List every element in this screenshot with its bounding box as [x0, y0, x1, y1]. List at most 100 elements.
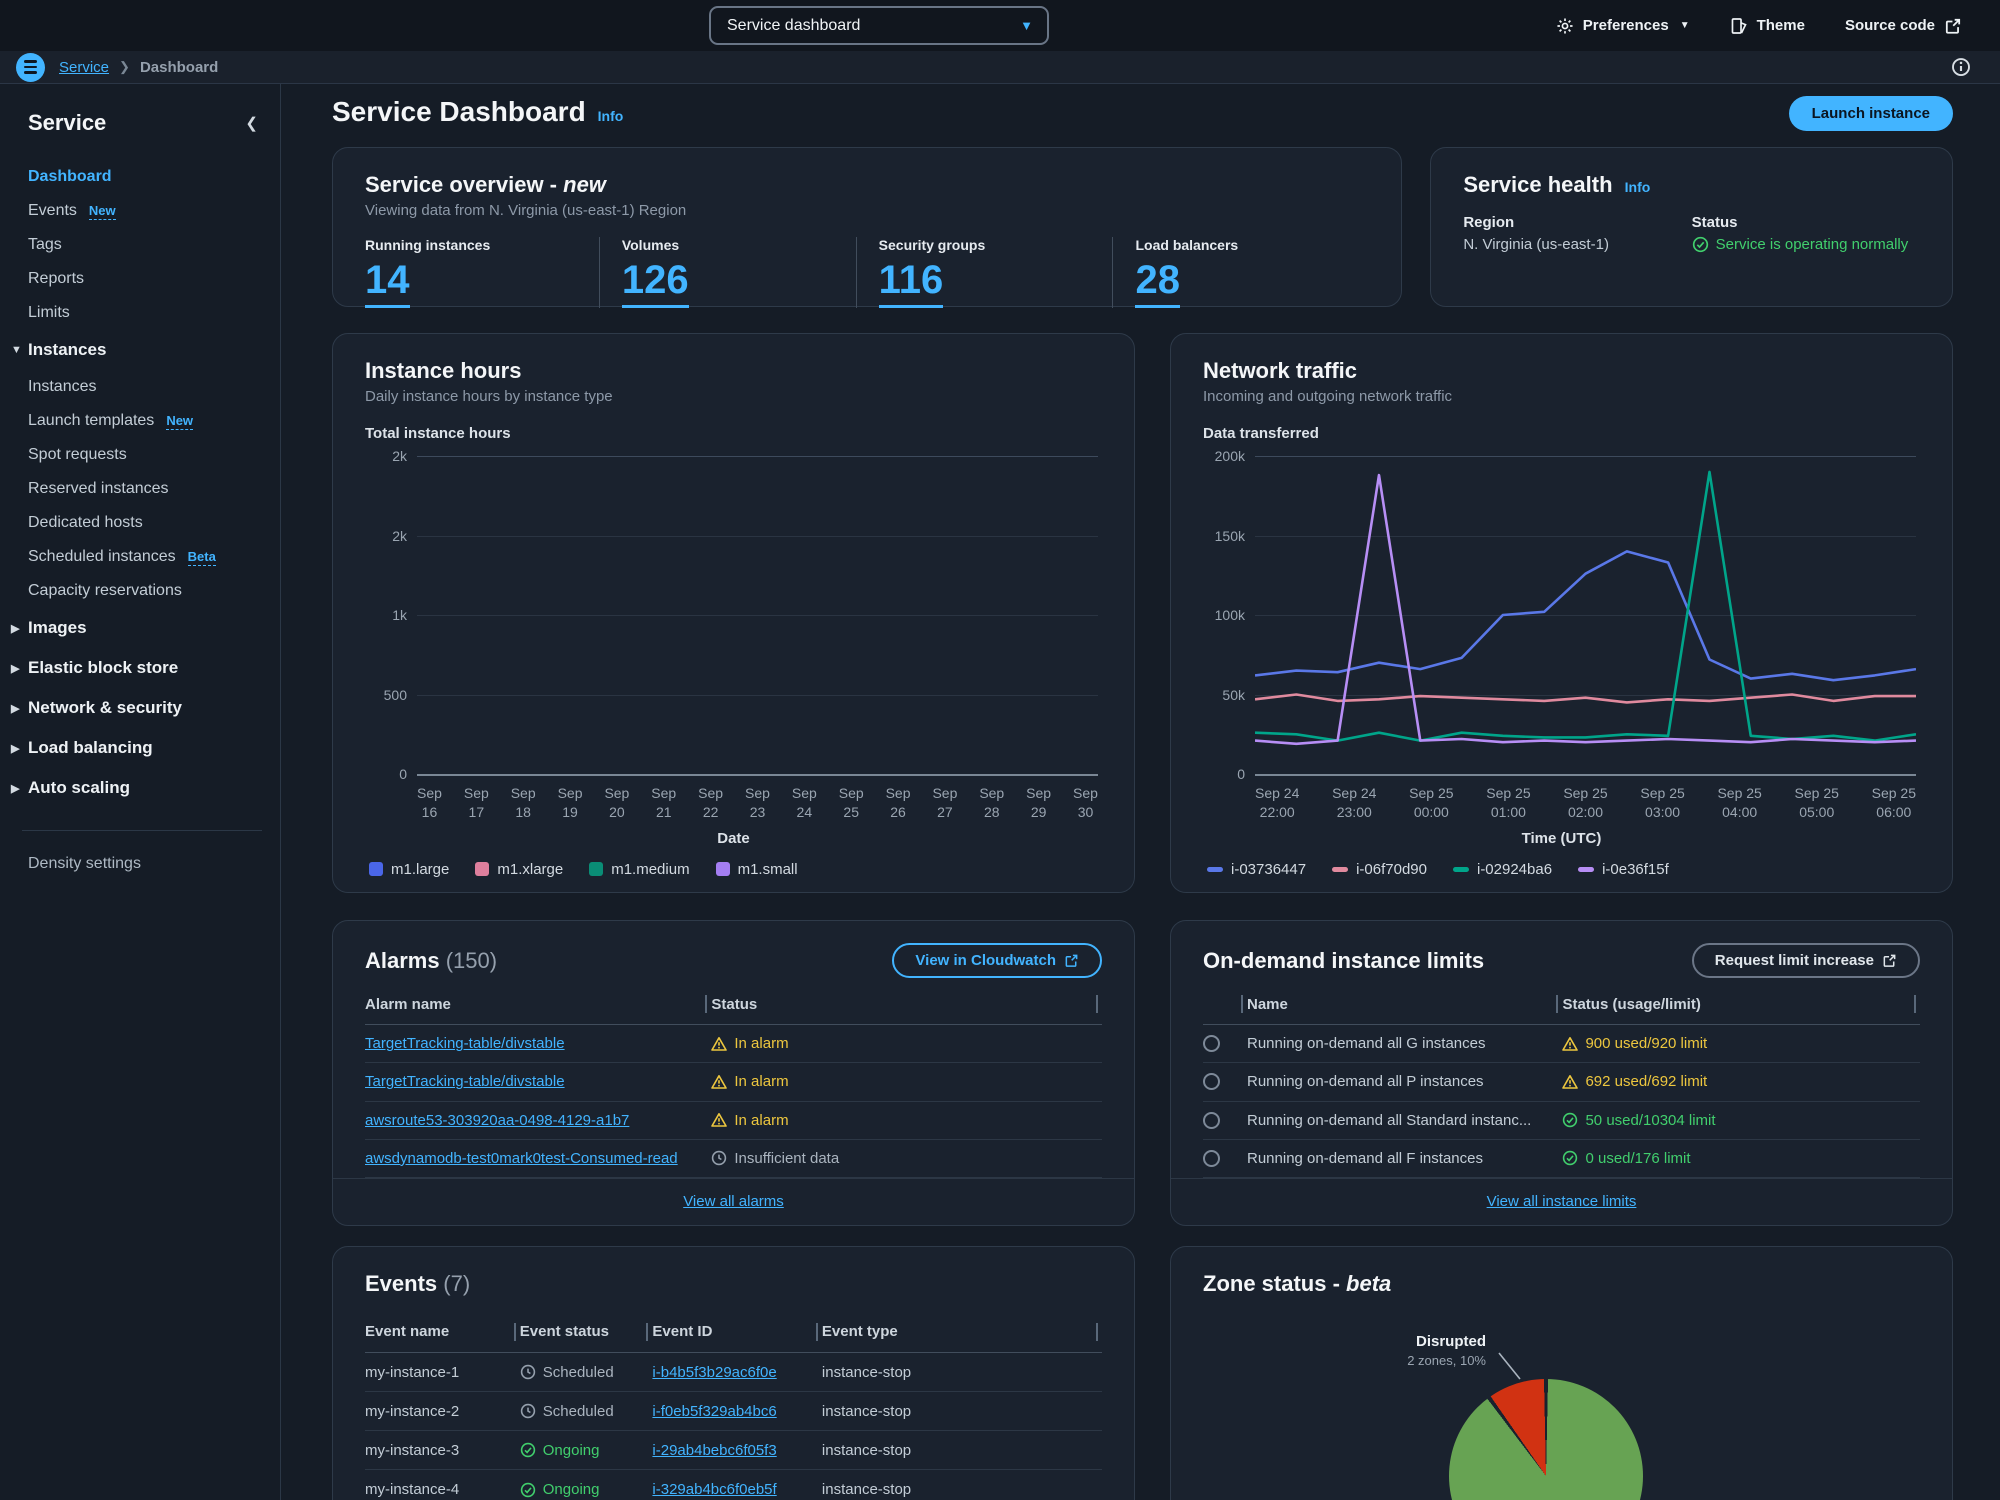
request-limit-increase-button[interactable]: Request limit increase	[1692, 943, 1920, 978]
volumes-count-link[interactable]: 126	[622, 257, 689, 308]
sidebar-item-reports[interactable]: Reports	[28, 262, 280, 296]
alarm-name-link[interactable]: awsdynamodb-test0mark0test-Consumed-read	[365, 1150, 711, 1167]
alarm-name-link[interactable]: TargetTracking-table/divstable	[365, 1035, 711, 1052]
bar-sep-18[interactable]	[517, 768, 551, 774]
table-row: Running on-demand all P instances 692 us…	[1203, 1063, 1920, 1101]
column-header-event-name[interactable]: Event name	[365, 1323, 520, 1340]
launch-instance-button[interactable]: Launch instance	[1789, 96, 1953, 131]
collapse-sidebar-icon[interactable]: ❮	[245, 114, 258, 132]
legend-item[interactable]: i-03736447	[1207, 861, 1306, 878]
dashboard-select[interactable]: Service dashboard ▼	[709, 6, 1049, 45]
info-icon[interactable]	[1951, 57, 1971, 77]
row-radio[interactable]	[1203, 1073, 1220, 1090]
event-id-link[interactable]: i-329ab4bc6f0eb5f	[652, 1481, 822, 1498]
view-all-instance-limits-link[interactable]: View all instance limits	[1487, 1193, 1637, 1210]
column-header-status[interactable]: Status (usage/limit)	[1562, 996, 1920, 1013]
section-network-security[interactable]: ▶Network & security	[11, 688, 280, 728]
column-header-name[interactable]: Name	[1247, 996, 1562, 1013]
column-header-event-status[interactable]: Event status	[520, 1323, 653, 1340]
alarm-name-link[interactable]: awsroute53-303920aa-0498-4129-a1b7	[365, 1112, 711, 1129]
x-axis-tick-label: Sep 2422:00	[1255, 784, 1299, 822]
source-code-link[interactable]: Source code	[1845, 17, 1962, 35]
legend-item[interactable]: i-06f70d90	[1332, 861, 1427, 878]
running-instances-count-link[interactable]: 14	[365, 257, 410, 308]
dashboard-select-value: Service dashboard	[727, 17, 1020, 35]
bar-sep-26[interactable]	[875, 768, 909, 774]
row-radio[interactable]	[1203, 1112, 1220, 1129]
bar-sep-17[interactable]	[472, 768, 506, 774]
legend-item[interactable]: i-0e36f15f	[1578, 861, 1669, 878]
bar-sep-28[interactable]	[964, 768, 998, 774]
bar-sep-19[interactable]	[561, 768, 595, 774]
column-header-event-type[interactable]: Event type	[822, 1323, 1102, 1340]
page-info-link[interactable]: Info	[598, 108, 624, 124]
bar-sep-20[interactable]	[606, 768, 640, 774]
line-series-i-0e36f15f[interactable]	[1255, 475, 1916, 744]
legend-item[interactable]: m1.small	[716, 861, 798, 878]
legend-item[interactable]: m1.xlarge	[475, 861, 563, 878]
x-axis-tick-label: Sep24	[792, 784, 817, 822]
view-in-cloudwatch-button[interactable]: View in Cloudwatch	[892, 943, 1102, 978]
legend-item[interactable]: m1.medium	[589, 861, 689, 878]
legend-item[interactable]: i-02924ba6	[1453, 861, 1552, 878]
nav-menu-button[interactable]	[16, 53, 45, 82]
security-groups-count-link[interactable]: 116	[879, 257, 944, 308]
row-radio[interactable]	[1203, 1150, 1220, 1167]
region-value: N. Virginia (us-east-1)	[1463, 236, 1691, 253]
preferences-menu[interactable]: Preferences ▼	[1556, 17, 1690, 35]
sidebar-item-limits[interactable]: Limits	[28, 296, 280, 330]
legend-label: i-06f70d90	[1356, 861, 1427, 878]
sidebar-item-tags[interactable]: Tags	[28, 228, 280, 262]
health-info-link[interactable]: Info	[1625, 179, 1651, 195]
x-axis-tick-label: Sep16	[417, 784, 442, 822]
bar-sep-30[interactable]	[1054, 768, 1088, 774]
view-all-alarms-link[interactable]: View all alarms	[683, 1193, 784, 1210]
event-id-link[interactable]: i-b4b5f3b29ac6f0e	[652, 1364, 822, 1381]
zone-status-pie-chart[interactable]	[1449, 1379, 1643, 1500]
section-load-balancing[interactable]: ▶Load balancing	[11, 728, 280, 768]
section-images[interactable]: ▶Images	[11, 608, 280, 648]
bar-sep-16[interactable]	[427, 768, 461, 774]
load-balancers-count-link[interactable]: 28	[1135, 257, 1180, 308]
chevron-collapsed-icon: ▶	[11, 742, 28, 755]
y-axis-name: Total instance hours	[365, 425, 1102, 442]
sidebar-item-launch-templates[interactable]: Launch templatesNew	[28, 404, 280, 438]
sidebar-item-instances[interactable]: Instances	[28, 370, 280, 404]
bar-sep-29[interactable]	[1009, 768, 1043, 774]
sidebar-item-reserved-instances[interactable]: Reserved instances	[28, 472, 280, 506]
sidebar-item-spot-requests[interactable]: Spot requests	[28, 438, 280, 472]
sidebar-item-dedicated-hosts[interactable]: Dedicated hosts	[28, 506, 280, 540]
legend-label: i-0e36f15f	[1602, 861, 1669, 878]
line-series-i-03736447[interactable]	[1255, 551, 1916, 680]
legend-item[interactable]: m1.large	[369, 861, 449, 878]
column-header-event-id[interactable]: Event ID	[652, 1323, 822, 1340]
alarm-name-link[interactable]: TargetTracking-table/divstable	[365, 1073, 711, 1090]
bar-sep-24[interactable]	[785, 768, 819, 774]
network-traffic-subtitle: Incoming and outgoing network traffic	[1203, 388, 1920, 405]
success-icon	[520, 1482, 536, 1498]
section-auto-scaling[interactable]: ▶Auto scaling	[11, 768, 280, 808]
row-radio[interactable]	[1203, 1035, 1220, 1052]
density-settings-link[interactable]: Density settings	[28, 849, 280, 879]
line-series-i-06f70d90[interactable]	[1255, 695, 1916, 703]
bar-sep-23[interactable]	[740, 768, 774, 774]
section-elastic-block-store[interactable]: ▶Elastic block store	[11, 648, 280, 688]
column-header-status[interactable]: Status	[711, 996, 1102, 1013]
sidebar-item-scheduled-instances[interactable]: Scheduled instancesBeta	[28, 540, 280, 574]
sidebar-item-capacity-reservations[interactable]: Capacity reservations	[28, 574, 280, 608]
bar-sep-21[interactable]	[651, 768, 685, 774]
bar-sep-25[interactable]	[830, 768, 864, 774]
breadcrumb-service-link[interactable]: Service	[59, 59, 109, 76]
sidebar-item-events[interactable]: EventsNew	[28, 194, 280, 228]
column-header-alarm-name[interactable]: Alarm name	[365, 996, 711, 1013]
events-card: Events (7) Event name Event status Event…	[332, 1246, 1135, 1500]
bar-sep-22[interactable]	[696, 768, 730, 774]
sidebar-item-dashboard[interactable]: Dashboard	[28, 160, 280, 194]
x-axis-tick-label: Sep23	[745, 784, 770, 822]
theme-button[interactable]: Theme	[1730, 17, 1805, 35]
legend-label: i-03736447	[1231, 861, 1306, 878]
section-instances[interactable]: ▼ Instances	[11, 330, 280, 370]
event-id-link[interactable]: i-29ab4bebc6f05f3	[652, 1442, 822, 1459]
bar-sep-27[interactable]	[920, 768, 954, 774]
event-id-link[interactable]: i-f0eb5f329ab4bc6	[652, 1403, 822, 1420]
